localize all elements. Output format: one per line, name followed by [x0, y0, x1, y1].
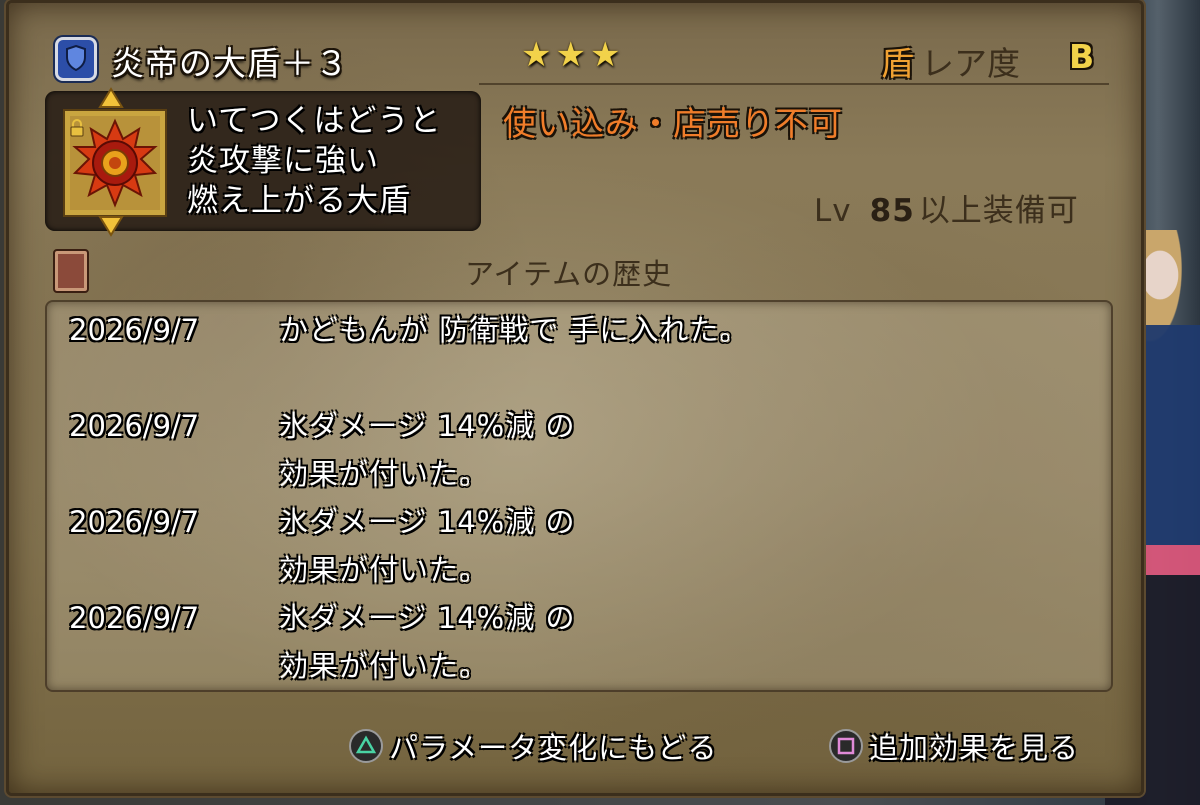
item-detail-panel: 炎帝の大盾＋３ ★★★ 盾 レア度 B いてつくはどうと 炎攻撃に強い 燃え上が…	[6, 0, 1144, 796]
history-date: 2026/9/7	[69, 601, 200, 635]
extra-effects-label: 追加効果を見る	[869, 731, 1080, 765]
description-line: いてつくはどうと	[187, 103, 442, 139]
shield-icon	[55, 37, 97, 81]
item-description: いてつくはどうと 炎攻撃に強い 燃え上がる大盾	[187, 101, 441, 221]
rarity-label: レア度	[921, 44, 1020, 83]
history-text: 氷ダメージ 14%減 の 効果が付いた。	[279, 505, 576, 587]
equipment-type: 盾	[881, 44, 914, 83]
title-divider	[479, 83, 1109, 85]
history-text: 氷ダメージ 14%減 の 効果が付いた。	[279, 409, 576, 491]
back-label: パラメータ変化にもどる	[389, 731, 718, 765]
item-icon-frame[interactable]	[63, 109, 167, 217]
history-date: 2026/9/7	[69, 505, 200, 539]
item-name: 炎帝の大盾＋３	[111, 44, 349, 83]
history-text: かどもんが 防衛戦で 手に入れた。	[279, 313, 750, 347]
arrow-down-icon[interactable]	[98, 211, 124, 237]
triangle-button-icon	[349, 729, 383, 763]
item-description-box: いてつくはどうと 炎攻撃に強い 燃え上がる大盾	[45, 87, 481, 237]
trade-restriction: 使い込み・店売り不可	[503, 104, 843, 143]
description-line: 燃え上がる大盾	[187, 183, 411, 219]
view-extra-effects-button[interactable]: 追加効果を見る	[829, 723, 1079, 769]
history-date: 2026/9/7	[69, 313, 200, 347]
history-list[interactable]: 2026/9/7 かどもんが 防衛戦で 手に入れた。 2026/9/7 氷ダメー…	[45, 300, 1113, 692]
level-prefix: Lv	[814, 193, 852, 229]
rarity-grade: B	[1069, 37, 1095, 76]
description-line: 炎攻撃に強い	[187, 143, 379, 179]
history-text: 氷ダメージ 14%減 の 効果が付いた。	[279, 601, 576, 683]
history-date: 2026/9/7	[69, 409, 200, 443]
level-suffix: 以上装備可	[918, 193, 1079, 229]
history-title: アイテムの歴史	[465, 257, 673, 291]
button-hints: パラメータ変化にもどる 追加効果を見る	[9, 723, 1141, 773]
book-icon	[53, 249, 89, 293]
back-to-parameters-button[interactable]: パラメータ変化にもどる	[349, 723, 718, 769]
history-header: アイテムの歴史	[45, 243, 1115, 293]
item-title-row: 炎帝の大盾＋３ ★★★ 盾 レア度 B	[49, 31, 1119, 83]
level-value: 85	[869, 193, 915, 229]
level-requirement: Lv 85 以上装備可	[814, 185, 1079, 230]
rarity-stars: ★★★	[521, 35, 625, 75]
lock-icon	[70, 119, 84, 137]
square-button-icon	[829, 729, 863, 763]
